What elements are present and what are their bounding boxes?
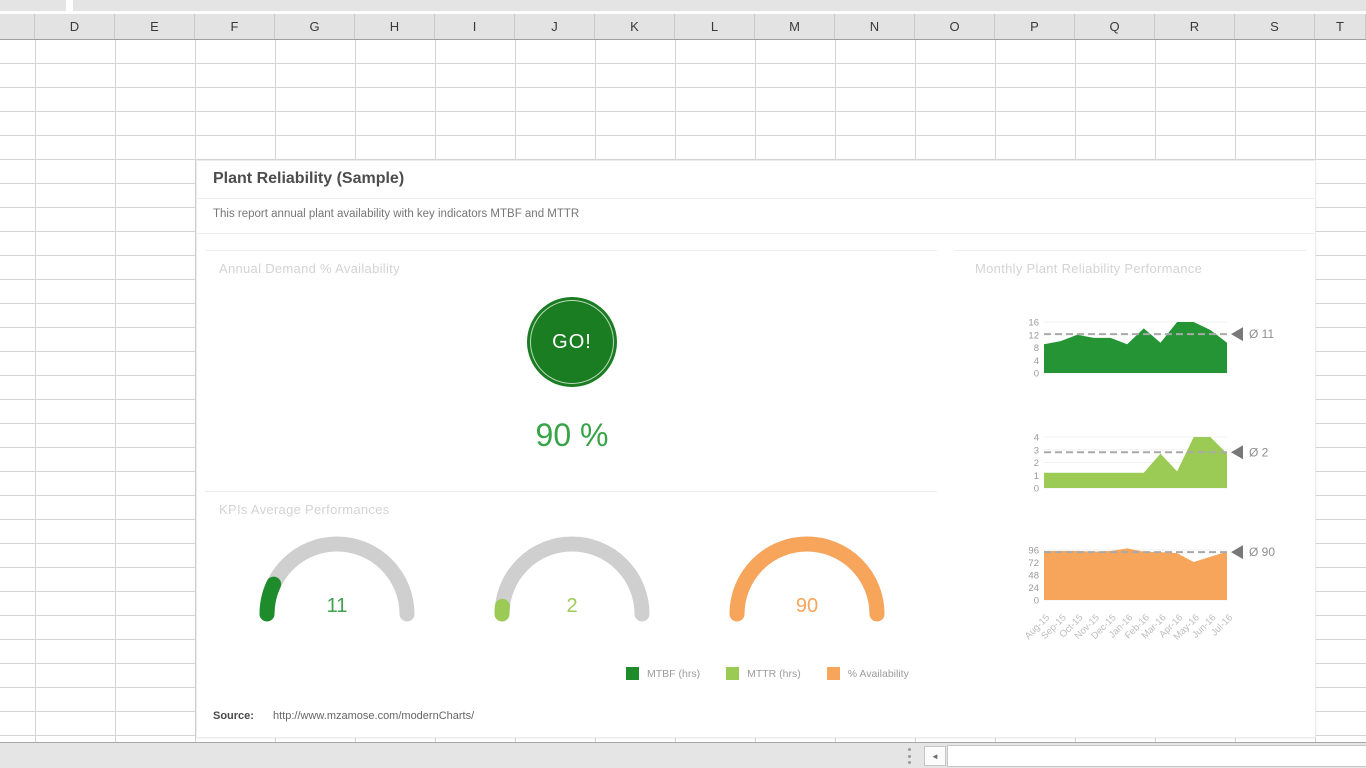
svg-text:24: 24 [1028, 583, 1039, 594]
column-header-P[interactable]: P [995, 14, 1075, 39]
availability-value: 90 % [472, 417, 672, 454]
source-label: Source: [213, 710, 254, 722]
svg-text:12: 12 [1028, 330, 1039, 341]
horizontal-scrollbar[interactable] [947, 745, 1366, 767]
subtitle-divider [197, 233, 1315, 234]
column-header-partial[interactable] [0, 14, 35, 39]
column-header-K[interactable]: K [595, 14, 675, 39]
column-header-R[interactable]: R [1155, 14, 1235, 39]
svg-text:4: 4 [1034, 433, 1039, 444]
kpi-section-divider [205, 491, 937, 492]
name-box-divider [66, 0, 73, 11]
source-url: http://www.mzamose.com/modernCharts/ [273, 710, 474, 722]
legend-item: MTBF (hrs) [626, 667, 700, 680]
legend-label: MTBF (hrs) [647, 668, 700, 680]
go-indicator-ring [530, 300, 614, 384]
legend-swatch-icon [726, 667, 739, 680]
legend-item: % Availability [827, 667, 909, 680]
title-divider [197, 198, 1315, 199]
svg-text:8: 8 [1034, 343, 1039, 354]
column-header-H[interactable]: H [355, 14, 435, 39]
monthly-section-title: Monthly Plant Reliability Performance [975, 261, 1202, 276]
column-header-Q[interactable]: Q [1075, 14, 1155, 39]
chart-legend: MTBF (hrs) MTTR (hrs) % Availability [626, 667, 909, 680]
column-header-E[interactable]: E [115, 14, 195, 39]
svg-text:Ø 90: Ø 90 [1249, 545, 1275, 559]
dashboard-panel: Plant Reliability (Sample) This report a… [196, 160, 1316, 738]
svg-text:72: 72 [1028, 558, 1039, 569]
column-header-L[interactable]: L [675, 14, 755, 39]
column-header-J[interactable]: J [515, 14, 595, 39]
column-header-M[interactable]: M [755, 14, 835, 39]
legend-swatch-icon [827, 667, 840, 680]
svg-text:Ø 11: Ø 11 [1249, 327, 1274, 341]
annual-section-title: Annual Demand % Availability [219, 261, 400, 276]
legend-swatch-icon [626, 667, 639, 680]
column-header-T[interactable]: T [1315, 14, 1366, 39]
column-header-I[interactable]: I [435, 14, 515, 39]
page-subtitle: This report annual plant availability wi… [213, 208, 579, 220]
gauge-value: 11 [287, 595, 387, 618]
column-header-S[interactable]: S [1235, 14, 1315, 39]
column-headers: DEFGHIJKLMNOPQRST [0, 14, 1366, 40]
column-header-D[interactable]: D [35, 14, 115, 39]
column-header-G[interactable]: G [275, 14, 355, 39]
kpi-section-title: KPIs Average Performances [219, 502, 390, 517]
svg-text:2: 2 [1034, 458, 1039, 469]
gauge-value: 2 [522, 595, 622, 618]
source-row: Source: http://www.mzamose.com/modernCha… [213, 710, 474, 722]
monthly-area-charts: 0481216Ø 1101234Ø 2024487296Ø 90Aug-15Se… [987, 306, 1317, 706]
svg-text:1: 1 [1034, 471, 1039, 482]
svg-text:Ø 2: Ø 2 [1249, 445, 1269, 459]
monthly-section-divider [955, 250, 1307, 251]
sheet-bottom-bar: ◄ [0, 742, 1366, 768]
legend-label: MTTR (hrs) [747, 668, 801, 680]
legend-item: MTTR (hrs) [726, 667, 801, 680]
svg-text:0: 0 [1034, 369, 1039, 380]
column-header-F[interactable]: F [195, 14, 275, 39]
svg-text:16: 16 [1028, 318, 1039, 329]
page-title: Plant Reliability (Sample) [213, 170, 404, 188]
svg-text:4: 4 [1034, 356, 1039, 367]
svg-text:48: 48 [1028, 571, 1039, 582]
scrollbar-resize-grip[interactable] [906, 748, 912, 764]
column-header-N[interactable]: N [835, 14, 915, 39]
scrollbar-left-button[interactable]: ◄ [924, 746, 946, 766]
svg-text:0: 0 [1034, 596, 1039, 607]
svg-text:96: 96 [1028, 546, 1039, 557]
gauge-value: 90 [757, 595, 857, 618]
annual-section-divider [205, 250, 937, 251]
legend-label: % Availability [848, 668, 909, 680]
column-header-O[interactable]: O [915, 14, 995, 39]
svg-text:0: 0 [1034, 484, 1039, 495]
svg-text:3: 3 [1034, 445, 1039, 456]
go-indicator[interactable]: GO! [527, 297, 617, 387]
formula-bar-bottom [0, 0, 1366, 11]
